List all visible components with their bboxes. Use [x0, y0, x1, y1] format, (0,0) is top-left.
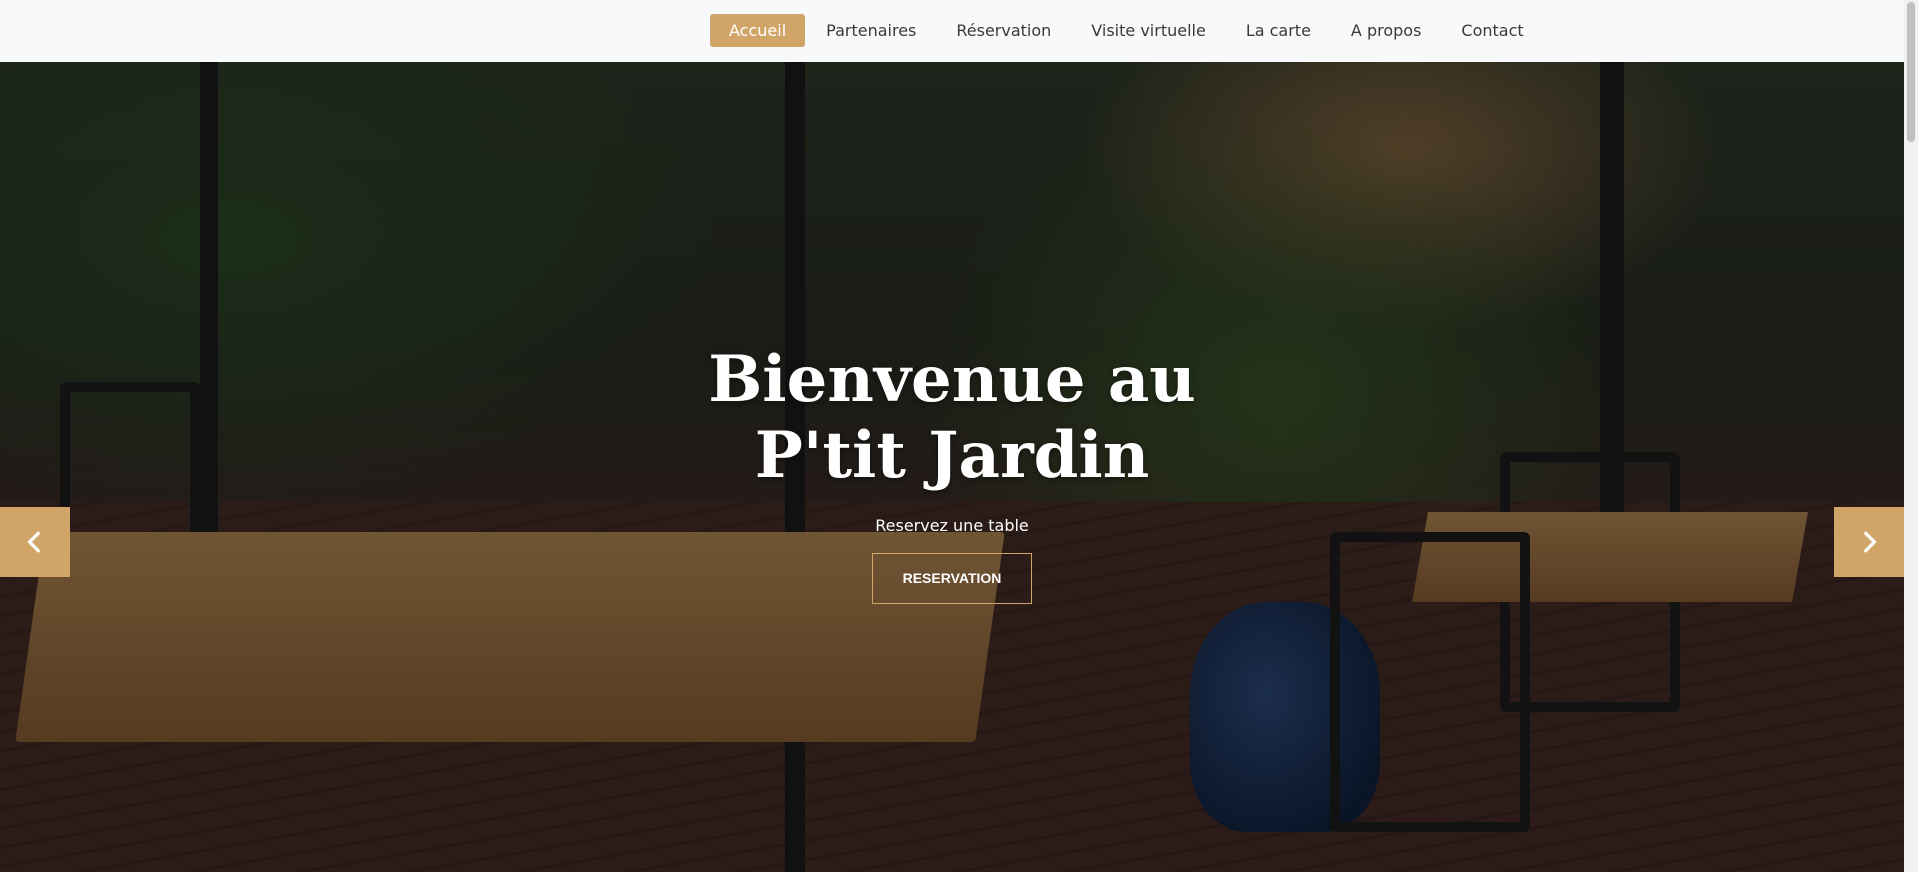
nav-item-a-propos[interactable]: A propos: [1332, 14, 1440, 47]
scrollbar-thumb[interactable]: [1907, 2, 1915, 142]
top-navbar: Accueil Partenaires Réservation Visite v…: [0, 0, 1904, 62]
hero-title: Bienvenue au P'tit Jardin: [652, 342, 1252, 494]
nav-item-contact[interactable]: Contact: [1442, 14, 1542, 47]
nav-menu: Accueil Partenaires Réservation Visite v…: [710, 14, 1545, 47]
chevron-left-icon: [27, 531, 41, 553]
page-scrollbar[interactable]: [1904, 0, 1918, 872]
hero-title-line-1: Bienvenue au: [708, 342, 1196, 417]
nav-item-la-carte[interactable]: La carte: [1227, 14, 1330, 47]
carousel-prev-button[interactable]: [0, 507, 70, 577]
nav-item-accueil[interactable]: Accueil: [710, 14, 806, 47]
reservation-button[interactable]: RESERVATION: [872, 553, 1032, 604]
hero-title-line-2: P'tit Jardin: [754, 418, 1150, 493]
hero-subtitle: Reservez une table: [875, 516, 1029, 535]
carousel-next-button[interactable]: [1834, 507, 1904, 577]
chevron-right-icon: [1863, 531, 1877, 553]
nav-item-reservation[interactable]: Réservation: [937, 14, 1070, 47]
nav-item-visite-virtuelle[interactable]: Visite virtuelle: [1072, 14, 1225, 47]
nav-item-partenaires[interactable]: Partenaires: [807, 14, 935, 47]
hero-carousel: Bienvenue au P'tit Jardin Reservez une t…: [0, 62, 1904, 872]
hero-caption: Bienvenue au P'tit Jardin Reservez une t…: [652, 342, 1252, 604]
